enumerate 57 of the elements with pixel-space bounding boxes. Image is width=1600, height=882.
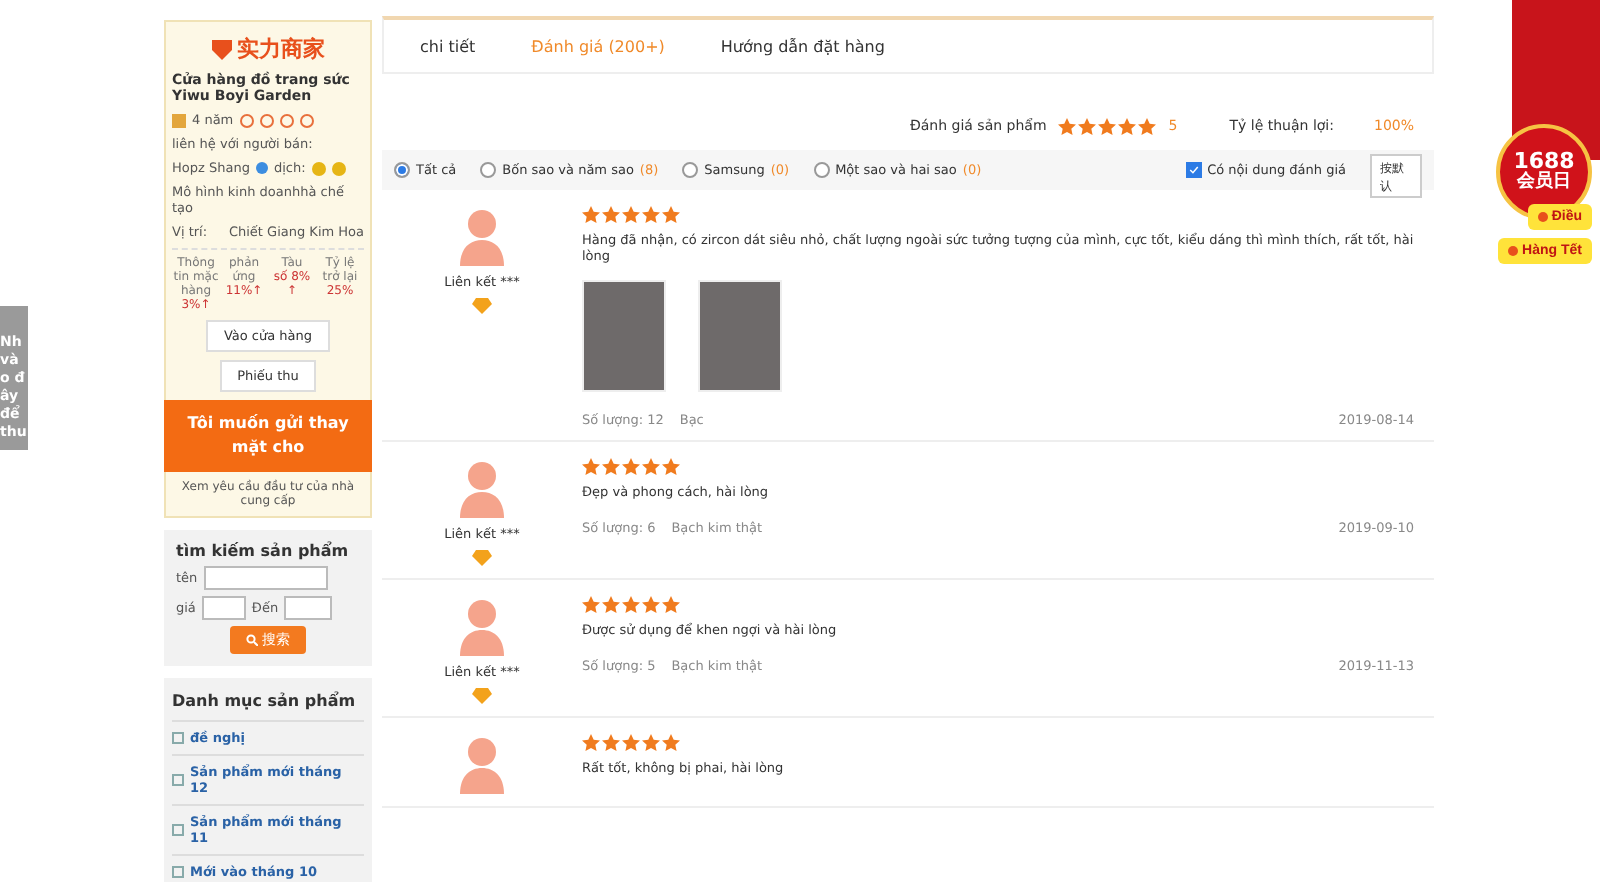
star-icon — [622, 734, 640, 752]
name-input[interactable] — [203, 566, 328, 590]
panel-title: tìm kiếm sản phẩm — [176, 542, 351, 560]
star-icon — [622, 458, 640, 476]
star-icon — [642, 458, 660, 476]
photo-placeholder[interactable] — [582, 280, 666, 392]
star-icon — [662, 734, 680, 752]
avatar-silhouette-icon — [458, 458, 506, 518]
diamond-icon — [472, 550, 492, 566]
badge-text: 实力商家 — [237, 34, 325, 64]
star-icon — [602, 596, 620, 614]
collapse-icon — [172, 774, 184, 786]
star-icon — [1078, 117, 1097, 135]
avatar-silhouette-icon — [458, 734, 506, 794]
diamond-icon — [472, 298, 492, 314]
radio[interactable] — [480, 162, 497, 178]
star-icon — [662, 596, 680, 614]
star-icon — [582, 206, 600, 224]
star-icon — [1098, 117, 1117, 135]
star-icon — [582, 596, 600, 614]
star-icon — [642, 734, 660, 752]
star-icon — [642, 596, 660, 614]
collapse-icon — [172, 824, 184, 836]
shield-icon — [211, 38, 231, 60]
avatar-silhouette-icon — [458, 596, 506, 656]
radio[interactable] — [682, 162, 699, 178]
tab[interactable]: chi tiết — [420, 37, 476, 55]
avatar-silhouette-icon — [458, 206, 506, 266]
pin-icon — [1537, 211, 1548, 223]
star-icon — [622, 596, 640, 614]
price-from-input[interactable] — [201, 596, 246, 620]
star-icon — [622, 206, 640, 224]
star-icon — [602, 458, 620, 476]
photo-placeholder[interactable] — [698, 280, 782, 392]
star-icon — [1118, 117, 1137, 135]
star-icon — [602, 206, 620, 224]
star-icon — [582, 734, 600, 752]
radio[interactable] — [394, 162, 410, 178]
price-to-input[interactable] — [284, 596, 333, 620]
star-icon — [1138, 117, 1157, 135]
star-icon — [662, 206, 680, 224]
collapse-icon — [172, 866, 184, 878]
star-icon — [602, 734, 620, 752]
diamond-icon — [472, 688, 492, 704]
star-icon — [1058, 117, 1077, 135]
calendar-icon — [172, 113, 186, 127]
star-icon — [582, 458, 600, 476]
search-icon — [246, 634, 258, 646]
panel-title: Danh mục sản phẩm — [172, 689, 358, 714]
radio[interactable] — [813, 162, 830, 178]
star-icon — [642, 206, 660, 224]
pin-icon — [1508, 245, 1519, 257]
checkbox[interactable] — [1185, 162, 1202, 178]
chat-icon[interactable] — [255, 162, 268, 174]
collapse-icon — [172, 732, 184, 744]
star-icon — [662, 458, 680, 476]
tab[interactable]: Hướng dẫn đặt hàng — [720, 37, 885, 55]
